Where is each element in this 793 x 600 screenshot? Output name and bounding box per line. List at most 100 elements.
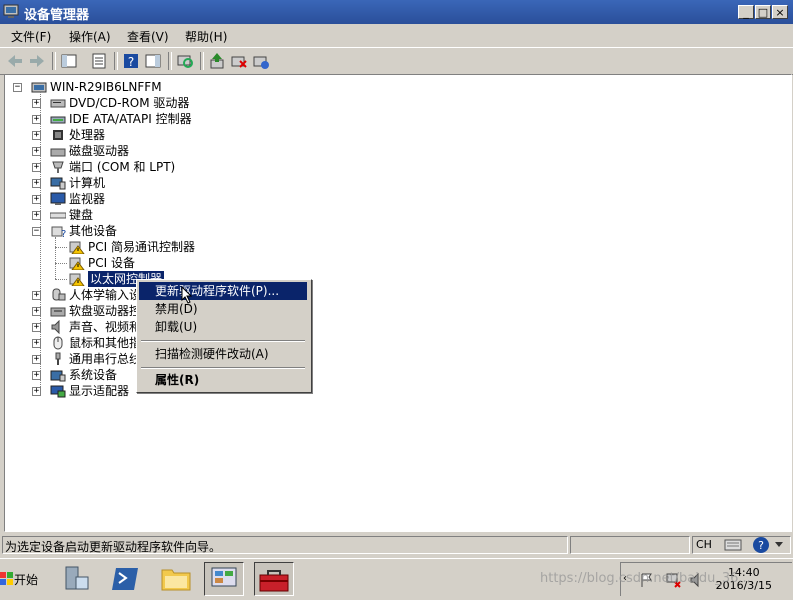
warning-device-icon — [69, 241, 85, 254]
uninstall-icon[interactable] — [230, 52, 248, 70]
properties-pane-icon[interactable] — [60, 52, 78, 70]
tree-connector — [55, 247, 67, 248]
cpu-icon — [53, 130, 63, 140]
tree-item-label: 软盘驱动器控 — [69, 304, 142, 318]
tree-item-label: DVD/CD-ROM 驱动器 — [69, 96, 190, 110]
menu-update-driver[interactable]: 更新驱动程序软件(P)... — [139, 282, 307, 300]
enable-icon[interactable] — [252, 52, 270, 70]
ide-icon — [50, 116, 66, 124]
taskbar-powershell[interactable] — [106, 562, 146, 596]
tree-item-label: IDE ATA/ATAPI 控制器 — [69, 112, 192, 126]
toolbar-separator — [168, 52, 172, 70]
window-title: 设备管理器 — [24, 8, 90, 23]
mouse-icon — [53, 336, 63, 350]
menu-help[interactable]: 帮助(H) — [185, 28, 227, 45]
tree-item-label: PCI 设备 — [88, 256, 135, 270]
tree-item-label: 显示适配器 — [69, 384, 130, 398]
options-icon[interactable] — [772, 538, 786, 552]
server-manager-icon — [65, 566, 89, 590]
tree-item-label: 键盘 — [69, 208, 94, 222]
menu-file[interactable]: 文件(F) — [11, 28, 51, 45]
context-menu: 更新驱动程序软件(P)... 禁用(D) 卸载(U) 扫描检测硬件改动(A) 属… — [136, 279, 312, 393]
taskbar-control-panel[interactable] — [204, 562, 244, 596]
monitor-icon — [50, 192, 66, 205]
tree-item-label: 鼠标和其他指 — [69, 336, 142, 350]
floppy-icon — [50, 307, 66, 317]
tree-item-label: 通用串行总线 — [69, 352, 142, 366]
warning-device-icon — [69, 273, 85, 286]
tree-item-label: PCI 简易通讯控制器 — [88, 240, 195, 254]
svg-text:?: ? — [61, 229, 66, 238]
minimize-button[interactable]: _ — [738, 5, 754, 19]
tree-item-label: 系统设备 — [69, 368, 118, 382]
tree-item-label: WIN-R29IB6LNFFM — [50, 80, 162, 94]
help-circle-icon[interactable]: ? — [752, 536, 770, 554]
status-bar: 为选定设备启动更新驱动程序软件向导。 — [0, 534, 793, 556]
warning-device-icon — [69, 257, 85, 270]
hid-icon — [52, 288, 66, 301]
display-icon — [50, 385, 66, 398]
tree-connector — [55, 237, 56, 279]
menu-action[interactable]: 操作(A) — [69, 28, 111, 45]
svg-text:?: ? — [128, 55, 134, 69]
menu-item-label: 更新驱动程序软件(P)... — [155, 284, 280, 298]
control-panel-icon — [211, 567, 237, 587]
menu-disable[interactable]: 禁用(D) — [139, 300, 307, 318]
status-text: 为选定设备启动更新驱动程序软件向导。 — [5, 540, 222, 554]
system-icon — [50, 370, 66, 382]
start-label: 开始 — [14, 573, 39, 587]
title-bar[interactable]: 设备管理器 _ □ × — [0, 0, 793, 24]
tree-item-label: 计算机 — [69, 176, 106, 190]
computer-root-icon — [31, 82, 47, 93]
menu-properties[interactable]: 属性(R) — [139, 371, 307, 389]
menu-item-label: 卸载(U) — [155, 320, 198, 334]
update-driver-icon[interactable] — [208, 52, 226, 70]
taskbar-device-manager[interactable] — [254, 562, 294, 596]
back-icon[interactable] — [6, 52, 24, 70]
menu-bar: 文件(F) 操作(A) 查看(V) 帮助(H) — [0, 24, 793, 46]
dvd-icon — [50, 99, 66, 108]
mouse-cursor-icon — [181, 286, 193, 304]
collapse-toggle[interactable]: − — [13, 83, 22, 92]
scan-icon[interactable] — [176, 52, 194, 70]
forward-icon[interactable] — [28, 52, 46, 70]
tree-connector — [40, 91, 41, 391]
toolbar-separator — [52, 52, 56, 70]
keyboard-icon — [50, 212, 66, 219]
toolbar-separator — [200, 52, 204, 70]
tree-item-label: 声音、视频和 — [69, 320, 142, 334]
language-indicator[interactable]: CH — [696, 538, 712, 551]
taskbar-explorer[interactable] — [156, 562, 196, 596]
action-pane-icon[interactable] — [144, 52, 162, 70]
start-button[interactable]: 开始 — [0, 564, 40, 596]
other-devices-icon: ? — [51, 226, 66, 238]
close-button[interactable]: × — [772, 5, 788, 19]
menu-item-label: 属性(R) — [155, 373, 200, 387]
help-icon[interactable]: ? — [122, 52, 140, 70]
tree-connector — [55, 279, 67, 280]
menu-uninstall[interactable]: 卸载(U) — [139, 318, 307, 336]
explorer-icon — [161, 569, 191, 591]
usb-icon — [55, 352, 61, 365]
watermark-text: https://blog.csdn.net/baidu_36... — [540, 571, 751, 586]
menu-separator — [141, 340, 305, 342]
sound-icon — [51, 320, 60, 334]
svg-text:?: ? — [758, 539, 764, 552]
tree-item-label: 监视器 — [69, 192, 106, 206]
menu-view[interactable]: 查看(V) — [127, 28, 169, 45]
menu-scan-hardware[interactable]: 扫描检测硬件改动(A) — [139, 345, 307, 363]
device-tree[interactable]: − WIN-R29IB6LNFFM + DVD/CD-ROM 驱动器 + IDE ATA/… — [4, 74, 792, 532]
list-icon[interactable] — [90, 52, 108, 70]
port-icon — [52, 161, 64, 173]
device-manager-icon — [3, 4, 19, 18]
maximize-button[interactable]: □ — [755, 5, 771, 19]
keyboard-icon[interactable] — [724, 537, 742, 553]
menu-item-label: 扫描检测硬件改动(A) — [155, 347, 269, 361]
disk-icon — [50, 148, 66, 157]
menu-separator — [141, 367, 305, 369]
taskbar-server-manager[interactable] — [56, 562, 96, 596]
tree-item-label: 处理器 — [69, 128, 106, 142]
toolbar-separator — [114, 52, 118, 70]
tree-item-label: 磁盘驱动器 — [69, 144, 130, 158]
status-panel — [570, 536, 690, 554]
